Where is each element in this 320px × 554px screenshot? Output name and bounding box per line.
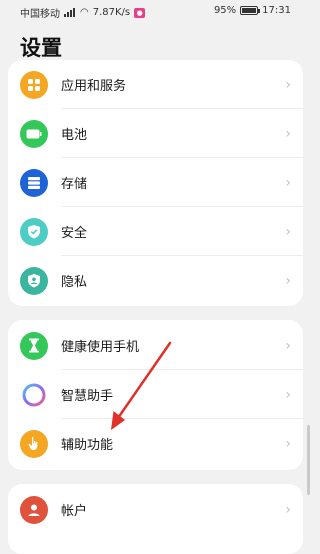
scrollbar[interactable] xyxy=(307,425,310,495)
annotation-arrow xyxy=(111,341,172,430)
